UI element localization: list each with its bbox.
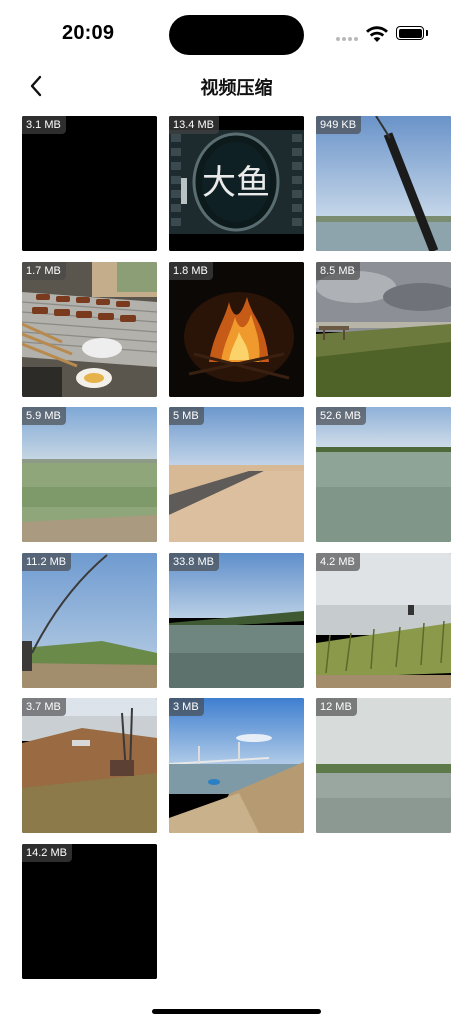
video-thumbnail[interactable]: 14.2 MB [22,843,157,979]
video-thumbnail[interactable]: 11.2 MB [22,552,157,688]
video-preview-image [22,698,157,833]
video-thumbnail[interactable]: 12 MB [316,698,451,833]
video-preview-image [22,843,157,979]
video-thumbnail[interactable]: 5 MB [169,407,304,542]
file-size-badge: 5.9 MB [22,407,66,425]
video-thumbnail[interactable]: 大鱼 13.4 MB [169,116,304,251]
video-grid: 3.1 MB 大鱼 13.4 MB 949 KB 1.7 MB 1.8 MB 8… [22,116,451,979]
video-preview-image [22,552,157,688]
video-preview-image [22,407,157,542]
file-size-badge: 13.4 MB [169,116,219,134]
video-preview-image [169,552,304,688]
file-size-badge: 949 KB [316,116,362,134]
video-preview-image [316,407,451,542]
video-thumbnail[interactable]: 1.8 MB [169,261,304,397]
file-size-badge: 3.7 MB [22,698,66,716]
video-thumbnail[interactable]: 8.5 MB [316,261,451,397]
status-bar: 20:09 [0,0,473,70]
file-size-badge: 1.7 MB [22,261,66,280]
video-preview-image [169,698,304,833]
video-preview-image [22,261,157,397]
file-size-badge: 12 MB [316,698,357,716]
video-preview-image [316,698,451,833]
file-size-badge: 5 MB [169,407,204,425]
video-thumbnail[interactable]: 52.6 MB [316,407,451,542]
video-preview-image [316,552,451,688]
file-size-badge: 3 MB [169,698,204,716]
file-size-badge: 11.2 MB [22,552,72,571]
dynamic-island [169,15,304,55]
battery-cap [426,30,428,36]
video-thumbnail[interactable]: 1.7 MB [22,261,157,397]
page-title: 视频压缩 [200,78,273,98]
video-preview-image [316,261,451,397]
file-size-badge: 14.2 MB [22,843,72,862]
home-indicator[interactable] [152,1009,321,1014]
video-thumbnail[interactable]: 949 KB [316,116,451,251]
film-title-text: 大鱼 [202,163,270,203]
video-thumbnail[interactable]: 3.1 MB [22,116,157,251]
file-size-badge: 33.8 MB [169,552,219,571]
file-size-badge: 4.2 MB [316,552,360,571]
battery-icon [396,26,424,40]
video-thumbnail[interactable]: 3.7 MB [22,698,157,833]
video-preview-image [22,116,157,251]
wifi-icon [365,25,389,43]
file-size-badge: 1.8 MB [169,261,213,280]
file-size-badge: 8.5 MB [316,261,360,280]
video-preview-image [316,116,451,251]
navigation-bar: 视频压缩 [0,64,473,108]
file-size-badge: 52.6 MB [316,407,366,425]
video-compress-screen: 20:09 视频压缩 3.1 MB 大鱼 13.4 MB 949 KB 1.7 … [0,0,473,1024]
video-thumbnail[interactable]: 3 MB [169,698,304,833]
video-thumbnail[interactable]: 33.8 MB [169,552,304,688]
cellular-signal-icon [336,37,360,43]
video-preview-image: 大鱼 [169,116,304,251]
file-size-badge: 3.1 MB [22,116,66,134]
video-preview-image [169,261,304,397]
video-thumbnail[interactable]: 4.2 MB [316,552,451,688]
video-thumbnail[interactable]: 5.9 MB [22,407,157,542]
status-time: 20:09 [62,22,115,44]
video-preview-image [169,407,304,542]
